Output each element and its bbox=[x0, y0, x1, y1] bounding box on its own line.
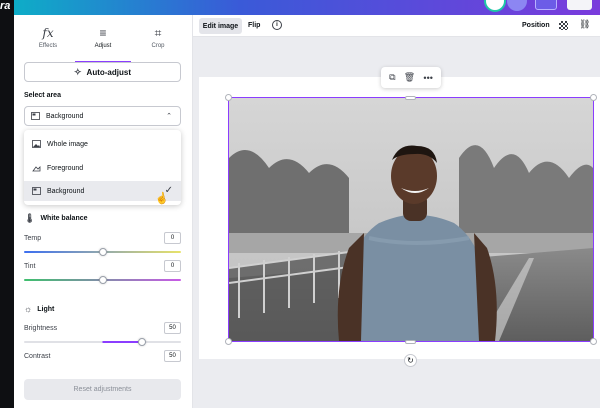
tab-label: Crop bbox=[151, 43, 165, 49]
tint-label: Tint bbox=[24, 263, 36, 270]
transparency-icon[interactable] bbox=[559, 21, 568, 30]
top-header-bar bbox=[0, 0, 600, 15]
background-icon bbox=[31, 112, 40, 120]
magic-wand-icon: ✧ bbox=[74, 66, 82, 77]
tab-label: Effects bbox=[38, 43, 58, 49]
image-edit-tabs: fx Effects ≡ Adjust ⌗ Crop bbox=[14, 25, 193, 67]
adjust-panel: fx Effects ≡ Adjust ⌗ Crop ✧ Auto-adjust… bbox=[14, 15, 193, 408]
select-area-value: Background bbox=[46, 112, 84, 120]
image-icon bbox=[32, 140, 41, 148]
share-button[interactable] bbox=[535, 0, 557, 10]
resize-handle-top-right[interactable] bbox=[590, 94, 597, 101]
menu-button[interactable] bbox=[567, 0, 592, 10]
select-area-label: Select area bbox=[24, 92, 61, 99]
tab-effects[interactable]: fx Effects bbox=[20, 25, 76, 61]
flip-button[interactable]: Flip bbox=[248, 18, 260, 34]
temp-value[interactable]: 0 bbox=[164, 232, 181, 244]
tab-label: Adjust bbox=[94, 43, 112, 49]
menu-item-whole-image[interactable]: Whole image bbox=[24, 134, 181, 154]
trash-icon[interactable]: 🗑︎ bbox=[404, 72, 415, 83]
white-balance-title: 🌡︎ White balance bbox=[24, 213, 88, 224]
more-icon[interactable]: ••• bbox=[423, 73, 432, 83]
resize-handle-top-left[interactable] bbox=[225, 94, 232, 101]
collaborator-avatar[interactable] bbox=[507, 0, 527, 11]
photo-image bbox=[229, 98, 593, 341]
selected-photo[interactable] bbox=[229, 98, 593, 341]
white-balance-label: White balance bbox=[40, 215, 88, 222]
link-icon[interactable]: ⛓︎ bbox=[579, 19, 590, 30]
avatar[interactable] bbox=[484, 0, 506, 12]
resize-handle-bottom[interactable] bbox=[405, 340, 416, 344]
tab-crop[interactable]: ⌗ Crop bbox=[130, 25, 186, 61]
reset-adjustments-button[interactable]: Reset adjustments bbox=[24, 379, 181, 400]
edit-image-button[interactable]: Edit image bbox=[199, 18, 242, 34]
sliders-icon: ≡ bbox=[99, 26, 107, 40]
copy-icon[interactable]: ⧉ bbox=[389, 72, 395, 83]
info-icon[interactable]: i bbox=[272, 20, 282, 30]
auto-adjust-button[interactable]: ✧ Auto-adjust bbox=[24, 62, 181, 82]
rotate-icon[interactable]: ↻ bbox=[404, 354, 417, 367]
background-icon bbox=[32, 187, 41, 195]
tint-value[interactable]: 0 bbox=[164, 260, 181, 272]
element-floating-toolbar: ⧉ 🗑︎ ••• bbox=[381, 67, 441, 88]
contrast-label: Contrast bbox=[24, 353, 51, 360]
left-sidebar-strip: ra bbox=[0, 0, 14, 408]
tint-slider-thumb[interactable] bbox=[98, 276, 107, 284]
crop-icon: ⌗ bbox=[154, 26, 162, 40]
brightness-value[interactable]: 50 bbox=[164, 322, 181, 334]
tab-adjust[interactable]: ≡ Adjust bbox=[75, 25, 131, 61]
hand-cursor-icon: ☝ bbox=[154, 191, 170, 207]
resize-handle-top[interactable] bbox=[405, 96, 416, 100]
position-button[interactable]: Position bbox=[522, 18, 550, 34]
menu-item-label: Background bbox=[47, 187, 85, 195]
foreground-icon bbox=[32, 166, 41, 172]
contrast-value[interactable]: 50 bbox=[164, 350, 181, 362]
resize-handle-bottom-right[interactable] bbox=[590, 338, 597, 345]
menu-item-label: Foreground bbox=[47, 164, 84, 172]
thermometer-icon: 🌡︎ bbox=[24, 213, 36, 223]
resize-handle-bottom-left[interactable] bbox=[225, 338, 232, 345]
select-area-dropdown[interactable]: Background ⌃ bbox=[24, 106, 181, 126]
menu-item-label: Whole image bbox=[47, 140, 88, 148]
brand-logo: ra bbox=[0, 0, 11, 12]
brightness-slider-thumb[interactable] bbox=[137, 338, 146, 346]
editor-toolbar: Edit image Flip i Position ⛓︎ bbox=[193, 15, 600, 37]
auto-adjust-label: Auto-adjust bbox=[86, 67, 131, 77]
brightness-label: Brightness bbox=[24, 325, 58, 332]
menu-item-foreground[interactable]: Foreground bbox=[24, 158, 181, 178]
fx-icon: fx bbox=[42, 26, 54, 40]
brightness-track[interactable] bbox=[24, 341, 181, 343]
light-title: ☼ Light bbox=[24, 304, 54, 314]
temp-label: Temp bbox=[24, 235, 42, 242]
chevron-up-icon: ⌃ bbox=[166, 113, 172, 120]
sun-icon: ☼ bbox=[24, 304, 33, 314]
light-label: Light bbox=[37, 305, 55, 313]
temp-slider-thumb[interactable] bbox=[98, 248, 107, 256]
